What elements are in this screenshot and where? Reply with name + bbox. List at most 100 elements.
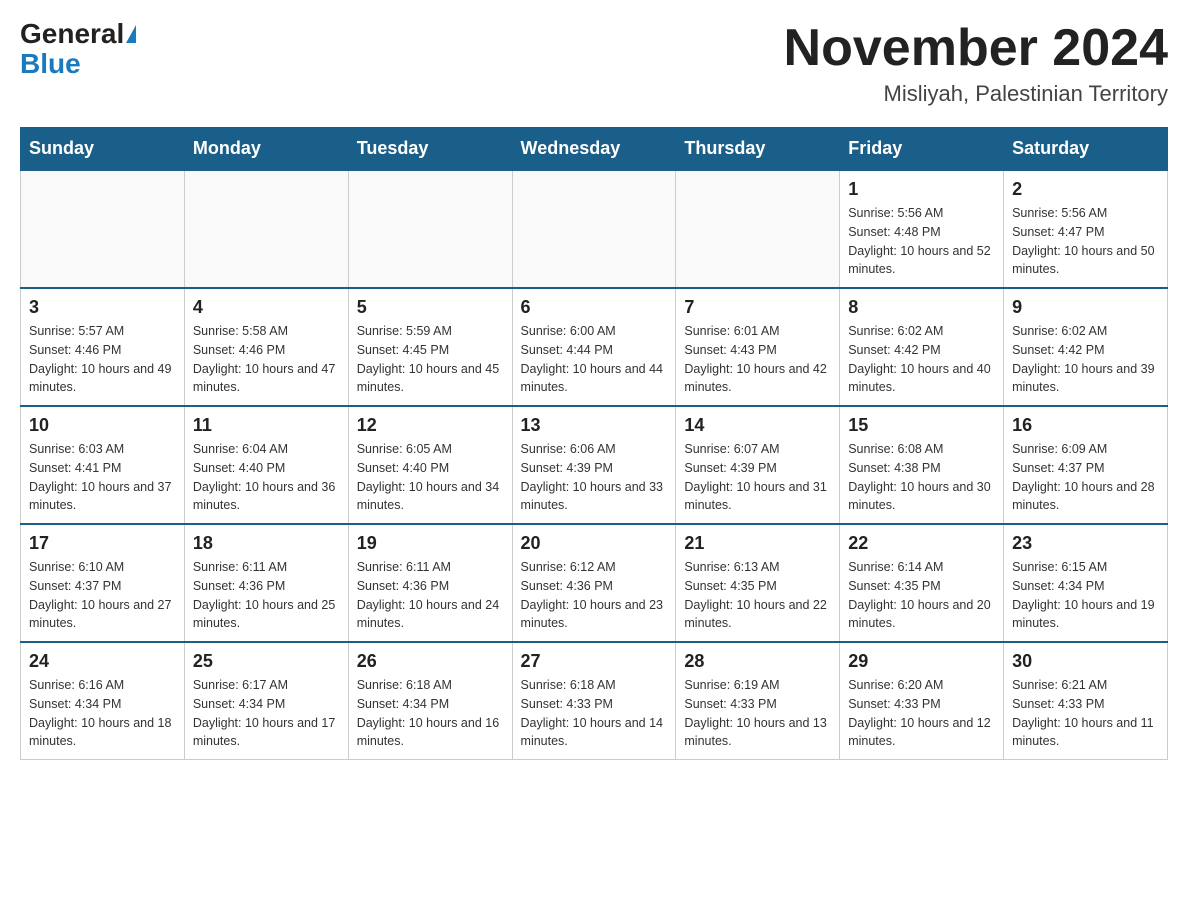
day-info: Sunrise: 6:11 AM Sunset: 4:36 PM Dayligh… [193, 558, 340, 633]
day-of-week-header: Thursday [676, 128, 840, 171]
calendar-cell: 1 Sunrise: 5:56 AM Sunset: 4:48 PM Daylig… [840, 170, 1004, 288]
calendar-cell: 30Sunrise: 6:21 AM Sunset: 4:33 PM Dayli… [1004, 642, 1168, 760]
calendar-cell [676, 170, 840, 288]
day-info: Sunrise: 6:16 AM Sunset: 4:34 PM Dayligh… [29, 676, 176, 751]
day-info: Sunrise: 6:11 AM Sunset: 4:36 PM Dayligh… [357, 558, 504, 633]
logo: General Blue [20, 20, 136, 80]
calendar-week-row: 24 Sunrise: 6:16 AM Sunset: 4:34 PM Dayli… [21, 642, 1168, 760]
calendar-cell: 2 Sunrise: 5:56 AM Sunset: 4:47 PM Daylig… [1004, 170, 1168, 288]
day-number: 13 [521, 415, 668, 436]
day-number: 14 [684, 415, 831, 436]
day-info: Sunrise: 5:58 AM Sunset: 4:46 PM Dayligh… [193, 322, 340, 397]
calendar-cell: 27 Sunrise: 6:18 AM Sunset: 4:33 PM Dayli… [512, 642, 676, 760]
calendar-cell: 5 Sunrise: 5:59 AM Sunset: 4:45 PM Daylig… [348, 288, 512, 406]
day-number: 1 [848, 179, 995, 200]
day-info: Sunrise: 6:01 AM Sunset: 4:43 PM Dayligh… [684, 322, 831, 397]
calendar-cell: 21 Sunrise: 6:13 AM Sunset: 4:35 PM Dayli… [676, 524, 840, 642]
calendar-cell: 13 Sunrise: 6:06 AM Sunset: 4:39 PM Dayli… [512, 406, 676, 524]
day-number: 24 [29, 651, 176, 672]
day-number: 29 [848, 651, 995, 672]
logo-general: General [20, 20, 124, 48]
day-number: 25 [193, 651, 340, 672]
calendar-cell: 14 Sunrise: 6:07 AM Sunset: 4:39 PM Dayli… [676, 406, 840, 524]
calendar-cell: 15 Sunrise: 6:08 AM Sunset: 4:38 PM Dayli… [840, 406, 1004, 524]
day-number: 23 [1012, 533, 1159, 554]
day-info: Sunrise: 6:18 AM Sunset: 4:34 PM Dayligh… [357, 676, 504, 751]
day-number: 2 [1012, 179, 1159, 200]
day-info: Sunrise: 5:56 AM Sunset: 4:48 PM Dayligh… [848, 204, 995, 279]
day-info: Sunrise: 6:15 AM Sunset: 4:34 PM Dayligh… [1012, 558, 1159, 633]
day-number: 12 [357, 415, 504, 436]
day-info: Sunrise: 6:19 AM Sunset: 4:33 PM Dayligh… [684, 676, 831, 751]
day-number: 10 [29, 415, 176, 436]
calendar-week-row: 1 Sunrise: 5:56 AM Sunset: 4:48 PM Daylig… [21, 170, 1168, 288]
day-number: 21 [684, 533, 831, 554]
calendar-table: SundayMondayTuesdayWednesdayThursdayFrid… [20, 127, 1168, 760]
day-number: 22 [848, 533, 995, 554]
day-info: Sunrise: 5:56 AM Sunset: 4:47 PM Dayligh… [1012, 204, 1159, 279]
day-info: Sunrise: 6:10 AM Sunset: 4:37 PM Dayligh… [29, 558, 176, 633]
calendar-cell: 6Sunrise: 6:00 AM Sunset: 4:44 PM Daylig… [512, 288, 676, 406]
day-info: Sunrise: 6:09 AM Sunset: 4:37 PM Dayligh… [1012, 440, 1159, 515]
day-number: 9 [1012, 297, 1159, 318]
calendar-cell: 22 Sunrise: 6:14 AM Sunset: 4:35 PM Dayli… [840, 524, 1004, 642]
calendar-cell: 26Sunrise: 6:18 AM Sunset: 4:34 PM Dayli… [348, 642, 512, 760]
day-number: 27 [521, 651, 668, 672]
day-number: 8 [848, 297, 995, 318]
calendar-cell: 7 Sunrise: 6:01 AM Sunset: 4:43 PM Daylig… [676, 288, 840, 406]
day-number: 18 [193, 533, 340, 554]
day-info: Sunrise: 6:08 AM Sunset: 4:38 PM Dayligh… [848, 440, 995, 515]
day-number: 28 [684, 651, 831, 672]
day-info: Sunrise: 6:13 AM Sunset: 4:35 PM Dayligh… [684, 558, 831, 633]
calendar-cell: 4 Sunrise: 5:58 AM Sunset: 4:46 PM Daylig… [184, 288, 348, 406]
day-number: 3 [29, 297, 176, 318]
day-number: 20 [521, 533, 668, 554]
calendar-cell [184, 170, 348, 288]
calendar-cell: 20 Sunrise: 6:12 AM Sunset: 4:36 PM Dayli… [512, 524, 676, 642]
day-number: 17 [29, 533, 176, 554]
day-number: 5 [357, 297, 504, 318]
day-number: 4 [193, 297, 340, 318]
day-info: Sunrise: 6:03 AM Sunset: 4:41 PM Dayligh… [29, 440, 176, 515]
day-of-week-header: Tuesday [348, 128, 512, 171]
calendar-week-row: 17 Sunrise: 6:10 AM Sunset: 4:37 PM Dayli… [21, 524, 1168, 642]
day-number: 19 [357, 533, 504, 554]
calendar-cell: 19 Sunrise: 6:11 AM Sunset: 4:36 PM Dayli… [348, 524, 512, 642]
logo-triangle-icon [126, 25, 136, 43]
calendar-week-row: 10 Sunrise: 6:03 AM Sunset: 4:41 PM Dayli… [21, 406, 1168, 524]
day-of-week-header: Sunday [21, 128, 185, 171]
day-number: 6 [521, 297, 668, 318]
calendar-cell: 3Sunrise: 5:57 AM Sunset: 4:46 PM Daylig… [21, 288, 185, 406]
calendar-cell: 17 Sunrise: 6:10 AM Sunset: 4:37 PM Dayli… [21, 524, 185, 642]
day-of-week-header: Monday [184, 128, 348, 171]
day-info: Sunrise: 6:12 AM Sunset: 4:36 PM Dayligh… [521, 558, 668, 633]
day-info: Sunrise: 5:59 AM Sunset: 4:45 PM Dayligh… [357, 322, 504, 397]
calendar-cell: 9 Sunrise: 6:02 AM Sunset: 4:42 PM Daylig… [1004, 288, 1168, 406]
calendar-cell: 11Sunrise: 6:04 AM Sunset: 4:40 PM Dayli… [184, 406, 348, 524]
calendar-cell: 10 Sunrise: 6:03 AM Sunset: 4:41 PM Dayli… [21, 406, 185, 524]
title-block: November 2024 Misliyah, Palestinian Terr… [784, 20, 1168, 107]
calendar-cell: 24 Sunrise: 6:16 AM Sunset: 4:34 PM Dayli… [21, 642, 185, 760]
day-of-week-header: Friday [840, 128, 1004, 171]
logo-blue: Blue [20, 48, 81, 79]
day-info: Sunrise: 6:21 AM Sunset: 4:33 PM Dayligh… [1012, 676, 1159, 751]
day-info: Sunrise: 6:18 AM Sunset: 4:33 PM Dayligh… [521, 676, 668, 751]
day-number: 7 [684, 297, 831, 318]
day-info: Sunrise: 6:14 AM Sunset: 4:35 PM Dayligh… [848, 558, 995, 633]
calendar-cell: 16Sunrise: 6:09 AM Sunset: 4:37 PM Dayli… [1004, 406, 1168, 524]
calendar-header-row: SundayMondayTuesdayWednesdayThursdayFrid… [21, 128, 1168, 171]
day-of-week-header: Saturday [1004, 128, 1168, 171]
calendar-cell [348, 170, 512, 288]
day-info: Sunrise: 6:02 AM Sunset: 4:42 PM Dayligh… [848, 322, 995, 397]
day-of-week-header: Wednesday [512, 128, 676, 171]
day-info: Sunrise: 6:06 AM Sunset: 4:39 PM Dayligh… [521, 440, 668, 515]
calendar-cell: 28 Sunrise: 6:19 AM Sunset: 4:33 PM Dayli… [676, 642, 840, 760]
day-info: Sunrise: 6:07 AM Sunset: 4:39 PM Dayligh… [684, 440, 831, 515]
calendar-cell [512, 170, 676, 288]
calendar-cell [21, 170, 185, 288]
day-info: Sunrise: 6:02 AM Sunset: 4:42 PM Dayligh… [1012, 322, 1159, 397]
day-number: 15 [848, 415, 995, 436]
day-info: Sunrise: 6:17 AM Sunset: 4:34 PM Dayligh… [193, 676, 340, 751]
page-header: General Blue November 2024 Misliyah, Pal… [20, 20, 1168, 107]
calendar-week-row: 3Sunrise: 5:57 AM Sunset: 4:46 PM Daylig… [21, 288, 1168, 406]
